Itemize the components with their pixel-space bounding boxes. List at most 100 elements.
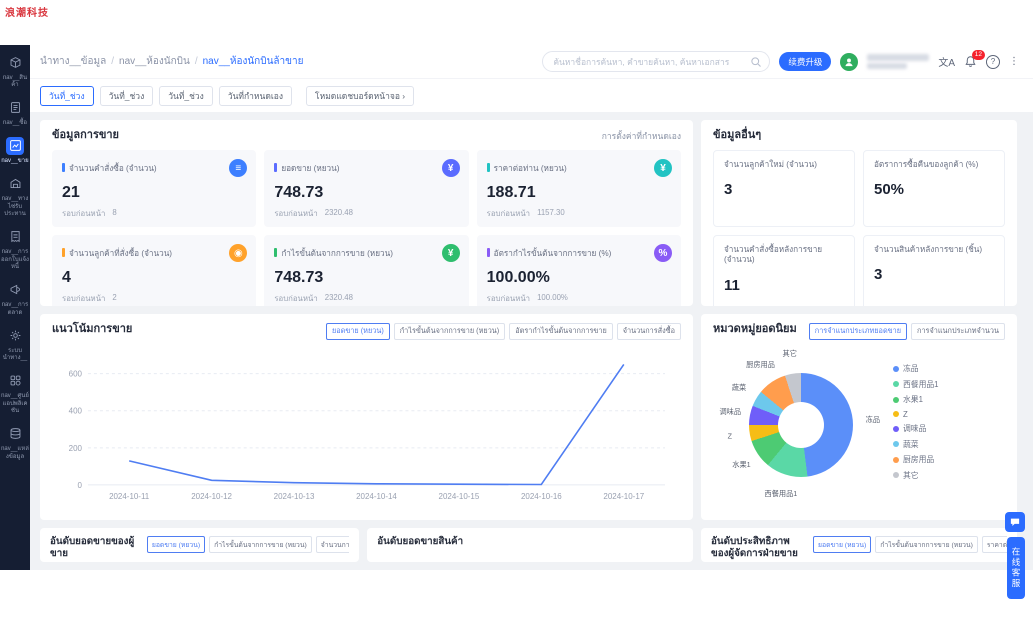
stat-previous: รอบก่อนหน้า2320.48 [274, 293, 458, 305]
legend-item-1[interactable]: 冻品 [893, 363, 939, 374]
stat-color-tick [62, 248, 65, 257]
custom-settings-link[interactable]: การตั้งค่าที่กำหนดเอง [602, 129, 681, 143]
system-gear-icon [6, 326, 24, 344]
donut-legend: 冻品西餐用品1 水果1 Z 调味品蔬菜厨房用品其它 [893, 347, 939, 481]
stat-title: จำนวนคำสั่งซื้อ (จำนวน) [69, 164, 157, 173]
legend-item-3[interactable]: 水果1 [893, 394, 939, 405]
legend-item-4[interactable]: Z [893, 410, 939, 419]
donut-slice-label: 蔬菜 [732, 383, 746, 393]
sidebar-item-product-box[interactable]: nav__สินค้า [1, 53, 29, 90]
stat-previous-label: รอบก่อนหน้า [274, 208, 317, 220]
date-filter-button-3[interactable]: วันที่_ช่วง [159, 86, 213, 106]
legend-color-dot [893, 472, 899, 478]
product-box-icon [6, 53, 24, 71]
notification-bell-icon[interactable]: 12 [964, 55, 977, 68]
breadcrumb-item-3[interactable]: nav__ห้องนักบินล้าขาย [203, 54, 304, 69]
ranking-1-tab-3[interactable]: จำนวนการสั่งซื้อ [316, 536, 350, 553]
legend-label: 水果1 [903, 394, 923, 405]
brand-logo: 浪潮科技 [5, 4, 49, 19]
ranking-card-3: อันดับประสิทธิภาพของผู้จัดการฝ่ายขายยอดข… [701, 528, 1017, 562]
date-filter-button-1[interactable]: วันที่_ช่วง [40, 86, 94, 106]
trend-tab-1[interactable]: ยอดขาย (หยวน) [326, 323, 390, 340]
sidebar-item-data-source[interactable]: nav__แหล่งข้อมูล [1, 425, 29, 462]
donut-slice-label: 厨房用品 [746, 360, 775, 370]
legend-item-6[interactable]: 蔬菜 [893, 439, 939, 450]
stat-previous: รอบก่อนหน้า100.00% [487, 293, 671, 305]
sidebar-item-invoice[interactable]: nav__การออกใบแจ้งหนี้ [1, 228, 29, 272]
stat-value: 21 [62, 184, 246, 202]
breadcrumb-item-2[interactable]: nav__ห้องนักบิน [119, 54, 190, 69]
other-data-card: ข้อมูลอื่นๆ จำนวนลูกค้าใหม่ (จำนวน)3อัตร… [701, 120, 1017, 306]
sidebar-item-warehouse[interactable]: nav__ทางไซ่รับประทาน [1, 175, 29, 219]
legend-item-8[interactable]: 其它 [893, 470, 939, 481]
ranking-1-tab-1[interactable]: ยอดขาย (หยวน) [147, 536, 205, 553]
ranking-3-tab-1[interactable]: ยอดขาย (หยวน) [813, 536, 871, 553]
warehouse-icon [6, 175, 24, 193]
sales-stat-tile-1: จำนวนคำสั่งซื้อ (จำนวน)≡21รอบก่อนหน้า8 [52, 150, 256, 227]
date-filter-button-4[interactable]: วันที่กำหนดเอง [219, 86, 292, 106]
stat-color-tick [274, 248, 277, 257]
stat-previous: รอบก่อนหน้า2 [62, 293, 246, 305]
sidebar-item-purchase-doc[interactable]: nav__ซื้อ [1, 99, 29, 128]
date-filter-button-2[interactable]: วันที่_ช่วง [100, 86, 154, 106]
trend-tab-4[interactable]: จำนวนการสั่งซื้อ [617, 323, 681, 340]
breadcrumb-item-1[interactable]: นำทาง__ข้อมูล [40, 54, 106, 69]
trend-tab-2[interactable]: กำไรขั้นต้นจากการขาย (หยวน) [394, 323, 505, 340]
legend-item-5[interactable]: 调味品 [893, 423, 939, 434]
ranking-1-tab-2[interactable]: กำไรขั้นต้นจากการขาย (หยวน) [209, 536, 312, 553]
x-axis-tick: 2024-10-11 [109, 492, 150, 501]
search-input[interactable] [542, 51, 770, 72]
search-icon[interactable] [750, 55, 762, 73]
more-menu-icon[interactable]: ⋮ [1009, 56, 1019, 67]
invoice-icon [6, 228, 24, 246]
trend-card-title: แนวโน้มการขาย [52, 323, 132, 337]
category-tabs: การจำแนกประเภทยอดขายการจำแนกประเภทจำนวน [809, 323, 1005, 340]
legend-item-2[interactable]: 西餐用品1 [893, 379, 939, 390]
sales-stat-tile-6: อัตรากำไรขั้นต้นจากการขาย (%)%100.00%รอบ… [477, 235, 681, 306]
category-tab-2[interactable]: การจำแนกประเภทจำนวน [911, 323, 1005, 340]
sales-stat-tile-3: ราคาต่อท่าน (หยวน)¥188.71รอบก่อนหน้า1157… [477, 150, 681, 227]
profit-rate-icon: % [654, 244, 672, 262]
sidebar-item-app-center[interactable]: nav__ศูนย์แอปพลิเคชัน [1, 372, 29, 416]
category-card-title: หมวดหมู่ยอดนิยม [713, 323, 797, 337]
search-box [542, 51, 770, 72]
trend-tab-3[interactable]: อัตรากำไรขั้นต้นจากการขาย [509, 323, 613, 340]
data-source-icon [6, 425, 24, 443]
sidebar-item-system-gear[interactable]: ระบบนำทาง__ [1, 326, 29, 363]
ranking-card-2: อันดับยอดขายสินค้า [367, 528, 693, 562]
stat-color-tick [62, 163, 65, 172]
chat-fab-button[interactable] [1005, 512, 1025, 532]
x-axis-tick: 2024-10-12 [191, 492, 232, 501]
stat-title: ราคาต่อท่าน (หยวน) [494, 164, 567, 173]
sales-stat-tile-5: กำไรขั้นต้นจากการขาย (หยวน)¥748.73รอบก่อ… [264, 235, 468, 306]
dashboard-mode-button[interactable]: โหมดแดชบอร์ดหน้าจอ › [306, 86, 414, 106]
translate-icon[interactable]: 文A [938, 54, 955, 69]
sales-stat-grid: จำนวนคำสั่งซื้อ (จำนวน)≡21รอบก่อนหน้า8ยอ… [52, 150, 681, 306]
chat-icon [1009, 516, 1021, 528]
sidebar-item-label: nav__สินค้า [1, 75, 29, 90]
stat-previous-label: รอบก่อนหน้า [487, 208, 530, 220]
stat-value: 4 [62, 269, 246, 287]
stat-previous-value: 1157.30 [537, 208, 565, 220]
sidebar-item-marketing[interactable]: nav__การตลาด [1, 281, 29, 318]
donut-slice-label: 调味品 [719, 407, 741, 417]
ranking-3-tab-3[interactable]: ราคาต่อท่าน (หยวน) [982, 536, 1007, 553]
sidebar-item-label: nav__การออกใบแจ้งหนี้ [1, 249, 29, 272]
help-icon[interactable]: ? [986, 55, 1000, 69]
ranking-card-title: อันดับยอดขายสินค้า [377, 536, 463, 548]
category-tab-1[interactable]: การจำแนกประเภทยอดขาย [809, 323, 907, 340]
sidebar-item-sales-chart[interactable]: nav__ขาย [1, 137, 29, 166]
category-donut-chart[interactable] [749, 373, 853, 477]
topbar: นำทาง__ข้อมูล/nav__ห้องนักบิน/nav__ห้องน… [30, 45, 1033, 78]
renew-upgrade-button[interactable]: 续费升级 [779, 52, 831, 71]
breadcrumb: นำทาง__ข้อมูล/nav__ห้องนักบิน/nav__ห้องน… [40, 54, 303, 69]
stat-title: อัตรากำไรขั้นต้นจากการขาย (%) [494, 249, 612, 258]
ranking-card-tabs: ยอดขาย (หยวน)กำไรขั้นต้นจากการขาย (หยวน)… [813, 536, 1007, 553]
avatar[interactable] [840, 53, 858, 71]
customer-service-ribbon[interactable]: 在线客服 [1007, 537, 1025, 599]
ranking-3-tab-2[interactable]: กำไรขั้นต้นจากการขาย (หยวน) [875, 536, 978, 553]
legend-label: 调味品 [903, 423, 926, 434]
legend-item-7[interactable]: 厨房用品 [893, 454, 939, 465]
donut-slice-label: Z [728, 432, 732, 441]
other-stat-title: จำนวนคำสั่งซื้อหลังการขาย (จำนวน) [724, 245, 844, 266]
